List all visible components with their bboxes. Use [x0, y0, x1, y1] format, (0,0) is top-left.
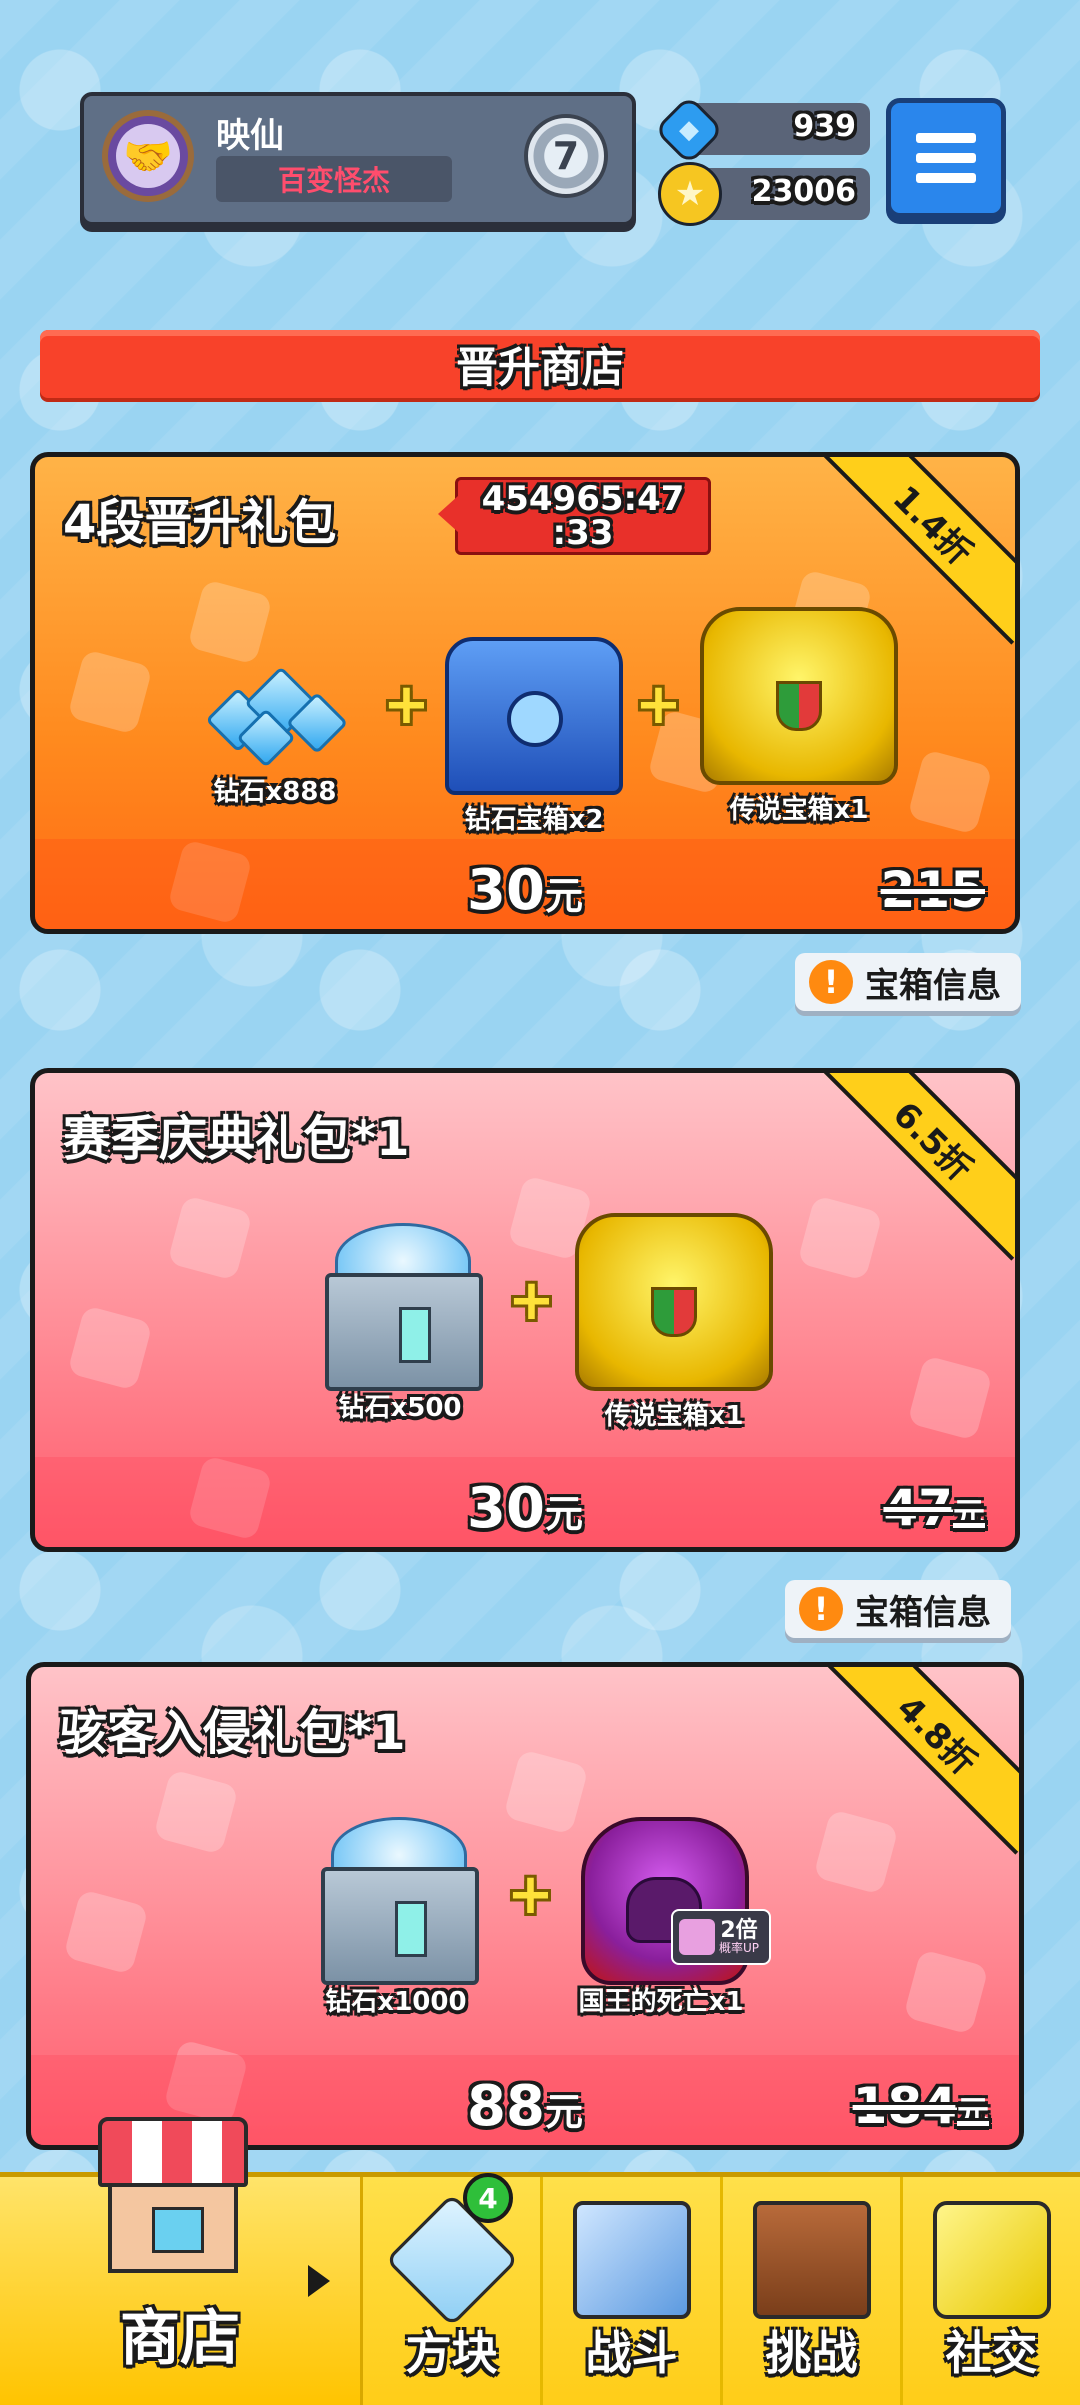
gems-item: 钻石x1000 [311, 1817, 481, 2018]
original-price: 184元 [852, 2077, 989, 2135]
legend-chest-icon [575, 1213, 773, 1391]
social-cube-icon [932, 2201, 1051, 2319]
original-price: 47元 [883, 1479, 985, 1537]
king-death-item: 2倍 概率UP 国王的死亡x1 [571, 1797, 771, 2018]
gem-pile-icon [195, 657, 355, 768]
countdown-timer: 454965:47 :33 [438, 477, 711, 555]
nav-tab-challenge[interactable]: 挑战 [723, 2177, 903, 2405]
handshake-icon: 🤝 [116, 124, 180, 188]
shop-icon [98, 2117, 248, 2277]
gem-icon: ◆ [653, 94, 725, 166]
notification-badge: 4 [463, 2173, 513, 2223]
legend-chest-item: 传说宝箱x1 [575, 1213, 773, 1432]
coin-count: 23006 [751, 174, 856, 209]
nav-tab-social[interactable]: 社交 [903, 2177, 1080, 2405]
exclamation-icon: ! [809, 960, 853, 1004]
plus-icon: + [635, 672, 682, 737]
gem-count: 939 [793, 109, 856, 144]
player-profile-panel[interactable]: 🤝 映仙 百变怪杰 7 [80, 92, 636, 226]
diamond-chest-item: 钻石宝箱x2 [445, 637, 623, 836]
exclamation-icon: ! [799, 1587, 843, 1631]
legend-chest-item: 传说宝箱x1 [700, 607, 898, 826]
pack-title: 赛季庆典礼包*1 [63, 1111, 410, 1167]
hacker-pack-card[interactable]: 骇客入侵礼包*1 4.8折 钻石x1000 + 2倍 概率UP 国王的死亡x1 … [26, 1662, 1024, 2150]
season-pack-card[interactable]: 赛季庆典礼包*1 6.5折 钻石x500 + 传说宝箱x1 30元 47元 [30, 1068, 1020, 1552]
diamond-chest-icon [445, 637, 623, 795]
pack-title: 骇客入侵礼包*1 [59, 1705, 406, 1761]
coin-icon: ★ [658, 162, 722, 226]
price[interactable]: 30元 [35, 1476, 1015, 1541]
pack-title: 4段晋升礼包 [63, 495, 337, 551]
menu-button[interactable] [886, 98, 1006, 218]
gem-crate-icon [315, 1223, 485, 1391]
rank-badge[interactable]: 7 [524, 114, 608, 198]
price[interactable]: 30元 [35, 858, 1015, 923]
gem-crate-icon [311, 1817, 481, 1985]
plus-icon: + [508, 1268, 555, 1333]
probability-up-badge: 2倍 概率UP [671, 1909, 771, 1965]
player-title: 百变怪杰 [216, 156, 452, 202]
plus-icon: + [383, 672, 430, 737]
player-avatar[interactable]: 🤝 [102, 110, 194, 202]
dice-mini-icon [679, 1919, 715, 1955]
sword-shield-icon [572, 2201, 691, 2319]
chest-info-button[interactable]: ! 宝箱信息 [795, 953, 1021, 1011]
skull-dice-icon: 2倍 概率UP [571, 1797, 771, 1985]
nav-tab-shop[interactable]: 商店 [0, 2117, 363, 2405]
bottom-navigation: 商店 4 方块 战斗 挑战 社交 [0, 2117, 1080, 2405]
nav-tab-battle[interactable]: 战斗 [543, 2177, 723, 2405]
section-title: 晋升商店 [40, 330, 1040, 398]
player-name: 映仙 [216, 116, 284, 156]
plus-icon: + [507, 1862, 554, 1927]
hamburger-icon [916, 133, 976, 143]
legend-chest-icon [700, 607, 898, 785]
gems-item: 钻石x500 [315, 1223, 485, 1424]
gem-counter[interactable]: ◆ 939 [653, 94, 870, 166]
chest-info-button[interactable]: ! 宝箱信息 [785, 1580, 1011, 1638]
gems-item: 钻石x888 [195, 657, 355, 808]
coin-counter[interactable]: ★ 23006 [658, 162, 870, 226]
nav-tab-blocks[interactable]: 4 方块 [363, 2173, 543, 2405]
promotion-pack-card[interactable]: 4段晋升礼包 454965:47 :33 1.4折 钻石x888 + 钻石宝箱x… [30, 452, 1020, 934]
original-price: 215 [880, 861, 985, 919]
signboard-icon [752, 2201, 871, 2319]
